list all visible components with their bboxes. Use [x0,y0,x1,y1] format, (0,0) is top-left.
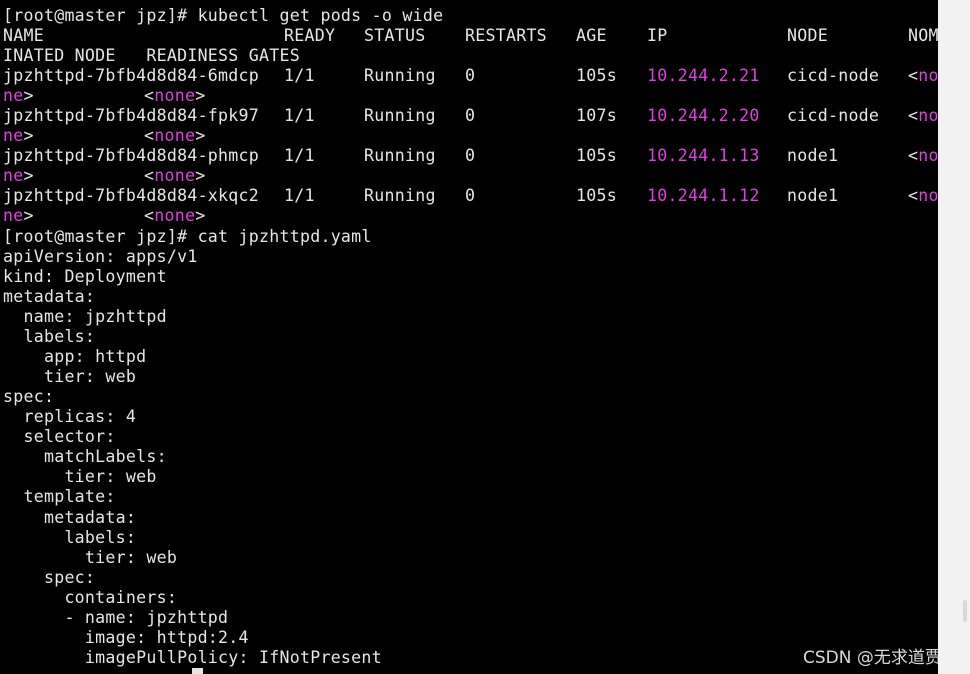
terminal-window[interactable]: [root@master jpz]# kubectl get pods -o w… [0,0,938,674]
pod-nominated-node-end: ne> [3,166,34,185]
pod-nominated-node-end: ne> [3,86,34,105]
table-row-wrap: ne> <none> [3,206,205,226]
pod-status: Running [364,186,436,205]
yaml-line: template: [3,487,116,506]
yaml-line: spec: [3,387,55,406]
yaml-line: replicas: 4 [3,407,137,426]
table-row-wrap: ne> <none> [3,86,205,106]
pod-name: jpzhttpd-7bfb4d8d84-xkqc2 [3,186,260,205]
table-row: jpzhttpd-7bfb4d8d84-6mdcp 1/1 Running 0 … [3,66,938,86]
pod-nominated-node-end: ne> [3,126,34,145]
table-row-wrap: ne> <none> [3,126,205,146]
pod-nominated-node-end: ne> [3,206,34,225]
pod-age: 105s [576,186,617,205]
pod-ip: 10.244.1.12 [647,186,760,205]
pod-readiness-gates: <none> [144,86,206,105]
pod-age: 105s [576,66,617,85]
yaml-line: apiVersion: apps/v1 [3,247,198,266]
terminal-cursor [192,668,203,674]
yaml-line: labels: [3,528,137,547]
pod-node: cicd-node [787,66,880,85]
pod-name: jpzhttpd-7bfb4d8d84-phmcp [3,146,260,165]
pod-status: Running [364,106,436,125]
pod-name: jpzhttpd-7bfb4d8d84-fpk97 [3,106,260,125]
yaml-line: name: jpzhttpd [3,307,167,326]
pod-restarts: 0 [465,146,476,165]
yaml-line: image: httpd:2.4 [3,628,249,647]
column-header-ip: IP [647,26,668,45]
table-row: jpzhttpd-7bfb4d8d84-phmcp 1/1 Running 0 … [3,146,938,166]
pod-node: node1 [787,186,839,205]
column-header-ready: READY [284,26,336,45]
pod-ready: 1/1 [284,146,315,165]
pod-ready: 1/1 [284,186,315,205]
pod-readiness-gates: <none> [144,166,206,185]
pod-nominated-node-start: <no [908,106,938,125]
pod-age: 105s [576,146,617,165]
pod-restarts: 0 [465,66,476,85]
pod-age: 107s [576,106,617,125]
page-margin [938,0,970,674]
pod-restarts: 0 [465,186,476,205]
table-header-wrap: INATED NODE READINESS GATES [3,46,300,65]
pod-readiness-gates: <none> [144,126,206,145]
yaml-line: tier: web [3,367,137,386]
column-header-restarts: RESTARTS [465,26,547,45]
pod-ready: 1/1 [284,66,315,85]
watermark: CSDN @无求道贾 [803,648,942,668]
yaml-line: - name: jpzhttpd [3,608,229,627]
pod-ip: 10.244.2.20 [647,106,760,125]
pod-status: Running [364,66,436,85]
yaml-line: app: httpd [3,347,147,366]
yaml-line: selector: [3,427,116,446]
yaml-line: metadata: [3,508,137,527]
pod-node: node1 [787,146,839,165]
pod-restarts: 0 [465,106,476,125]
pod-name: jpzhttpd-7bfb4d8d84-6mdcp [3,66,260,85]
scrollbar-thumb[interactable] [963,600,967,622]
yaml-line: tier: web [3,467,157,486]
column-header-name: NAME [3,26,44,45]
table-row: jpzhttpd-7bfb4d8d84-xkqc2 1/1 Running 0 … [3,186,938,206]
column-header-age: AGE [576,26,607,45]
command-line-cat: [root@master jpz]# cat jpzhttpd.yaml [3,227,372,246]
yaml-line: matchLabels: [3,447,167,466]
column-header-status: STATUS [364,26,426,45]
pod-node: cicd-node [787,106,880,125]
pod-nominated-node-start: <no [908,186,938,205]
command-line-kubectl: [root@master jpz]# kubectl get pods -o w… [3,6,444,25]
pod-readiness-gates: <none> [144,206,206,225]
pod-nominated-node-start: <no [908,66,938,85]
table-row: jpzhttpd-7bfb4d8d84-fpk97 1/1 Running 0 … [3,106,938,126]
table-row-wrap: ne> <none> [3,166,205,186]
pod-ready: 1/1 [284,106,315,125]
pod-nominated-node-accent: no [918,66,938,85]
yaml-line: imagePullPolicy: IfNotPresent [3,648,382,667]
yaml-line: metadata: [3,287,96,306]
yaml-line: spec: [3,568,96,587]
column-header-nominated: NOM [908,26,938,45]
yaml-line: containers: [3,588,178,607]
column-header-node: NODE [787,26,828,45]
yaml-line: tier: web [3,548,178,567]
table-header-row: NAME READY STATUS RESTARTS AGE IP NODE N… [3,26,938,46]
yaml-line: kind: Deployment [3,267,167,286]
pod-ip: 10.244.2.21 [647,66,760,85]
yaml-line: labels: [3,327,96,346]
pod-nominated-node-start: <no [908,146,938,165]
pod-status: Running [364,146,436,165]
pod-ip: 10.244.1.13 [647,146,760,165]
